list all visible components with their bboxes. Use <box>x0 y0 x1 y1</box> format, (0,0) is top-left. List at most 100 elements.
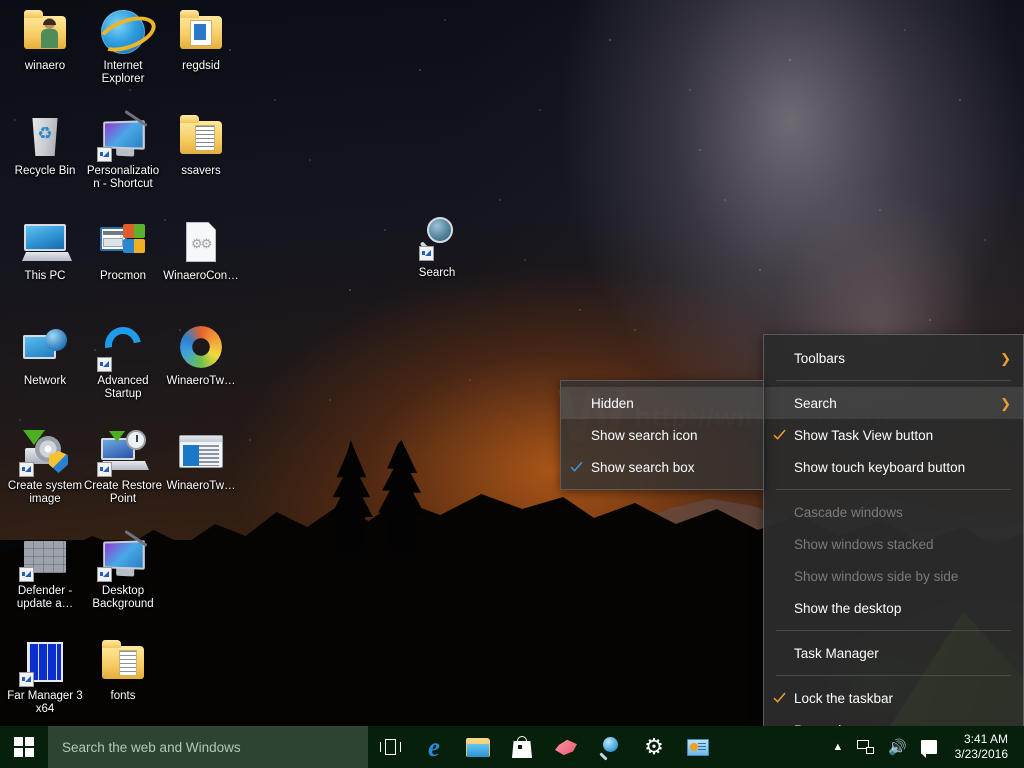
defender-update-icon <box>19 533 69 582</box>
desktop-icon-winaero-tweaker-window[interactable]: WinaeroTw… <box>162 428 240 493</box>
action-center-icon <box>921 740 937 758</box>
desktop-icon-label: WinaeroTw… <box>166 480 236 492</box>
desktop-background-icon <box>97 529 148 582</box>
taskbar-app-microsoft-edge[interactable]: e <box>412 726 456 768</box>
desktop-icon-label: Search <box>418 267 456 279</box>
desktop-icon-internet-explorer[interactable]: Internet Explorer <box>84 8 162 86</box>
blue-app-icon <box>687 738 709 756</box>
menu-item-show-touch-keyboard-button[interactable]: Show touch keyboard button <box>764 451 1023 483</box>
desktop-icon-regdsid[interactable]: regdsid <box>162 8 240 73</box>
desktop-icon-label: regdsid <box>182 60 220 72</box>
speaker-icon: 🔊 <box>888 739 907 756</box>
task-view-button[interactable] <box>368 726 412 768</box>
clock-time: 3:41 AM <box>963 732 1008 746</box>
taskbar-context-menu[interactable]: Toolbars ❯ Search ❯ Show Task View butto… <box>763 334 1024 754</box>
menu-item-search[interactable]: Search ❯ <box>764 387 1023 419</box>
clock-date: 3/23/2016 <box>954 747 1008 761</box>
store-icon <box>512 736 532 758</box>
checkmark-icon <box>773 692 786 705</box>
folder-icon <box>177 113 225 161</box>
shortcut-overlay-icon <box>19 567 34 582</box>
taskbar-app-people[interactable] <box>676 726 720 768</box>
menu-item-show-windows-side-by-side: Show windows side by side <box>794 568 959 584</box>
checkmark-icon <box>773 429 786 442</box>
network-icon <box>21 323 69 371</box>
submenu-item-hidden[interactable]: Hidden <box>561 387 763 419</box>
network-icon <box>857 740 875 754</box>
menu-item-show-task-view-button[interactable]: Show Task View button <box>764 419 1023 451</box>
desktop-icon-create-system-image[interactable]: Create system image <box>6 428 84 506</box>
desktop-icon-create-restore-point[interactable]: Create Restore Point <box>84 428 162 506</box>
file-explorer-icon <box>466 737 490 757</box>
menu-item-task-manager[interactable]: Task Manager <box>764 637 1023 669</box>
desktop-icon-network[interactable]: Network <box>6 323 84 388</box>
create-system-image-icon <box>19 428 69 477</box>
menu-item-lock-the-taskbar[interactable]: Lock the taskbar <box>764 682 1023 714</box>
document-gear-icon <box>177 218 225 266</box>
taskbar-app-process-monitor[interactable] <box>588 726 632 768</box>
desktop-icon-label: Create Restore Point <box>84 480 162 505</box>
action-center-button[interactable] <box>914 740 944 758</box>
personalization-icon <box>97 109 148 162</box>
menu-separator <box>776 630 1011 631</box>
desktop-icon-winaero-tweaker[interactable]: WinaeroTw… <box>162 323 240 388</box>
taskbar-pinned-apps: e ⚙ <box>368 726 720 768</box>
desktop-icon-label: WinaeroTw… <box>166 375 236 387</box>
taskbar-app-3d-builder[interactable] <box>544 726 588 768</box>
gear-icon: ⚙ <box>644 734 664 759</box>
show-hidden-icons-button[interactable]: ▲ <box>825 741 850 753</box>
submenu-item-show-search-box[interactable]: Show search box <box>561 451 763 483</box>
desktop-icon-label: winaero <box>24 60 66 72</box>
shortcut-overlay-icon <box>97 462 112 477</box>
menu-separator <box>776 489 1011 490</box>
menu-item-show-the-desktop[interactable]: Show the desktop <box>764 592 1023 624</box>
start-button[interactable] <box>0 726 48 768</box>
create-restore-point-icon <box>97 428 147 477</box>
network-status-button[interactable] <box>850 740 881 754</box>
taskbar-app-settings[interactable]: ⚙ <box>632 726 676 768</box>
desktop-icon-procmon[interactable]: Procmon <box>84 218 162 283</box>
desktop-icon-advanced-startup[interactable]: Advanced Startup <box>84 319 162 401</box>
taskbar-app-microsoft-store[interactable] <box>500 726 544 768</box>
desktop-icon-label: Desktop Background <box>92 585 154 610</box>
desktop-icon-label: WinaeroCon… <box>163 270 239 282</box>
shortcut-overlay-icon <box>97 147 112 162</box>
desktop-icon-this-pc[interactable]: This PC <box>6 218 84 283</box>
desktop-icon-defender-update[interactable]: Defender - update a… <box>6 533 84 611</box>
desktop-icon-winaero[interactable]: winaero <box>6 8 84 73</box>
submenu-item-show-search-icon[interactable]: Show search icon <box>561 419 763 451</box>
search-submenu[interactable]: Hidden Show search icon Show search box <box>560 380 764 490</box>
desktop-icon-label: Defender - update a… <box>16 585 74 610</box>
recycle-bin-icon <box>21 113 69 161</box>
desktop-icon-search-shortcut[interactable]: Search <box>398 215 476 280</box>
shortcut-overlay-icon <box>97 567 112 582</box>
desktop-icon-ssavers[interactable]: ssavers <box>162 113 240 178</box>
desktop-icon-label: fonts <box>110 690 136 702</box>
chevron-up-icon: ▲ <box>832 741 844 753</box>
winaero-tweaker-icon <box>177 323 225 371</box>
taskbar-app-file-explorer[interactable] <box>456 726 500 768</box>
shortcut-overlay-icon <box>97 357 112 372</box>
taskbar: Search the web and Windows e ⚙ ▲ 🔊 3:41 … <box>0 726 1024 768</box>
desktop-icon-fonts[interactable]: fonts <box>84 638 162 703</box>
desktop-icon-label: Procmon <box>99 270 147 282</box>
desktop-icon-far-manager[interactable]: Far Manager 3 x64 <box>6 638 84 716</box>
folder-icon <box>177 8 225 56</box>
desktop-icon-personalization[interactable]: Personalization - Shortcut <box>84 109 162 191</box>
taskbar-clock[interactable]: 3:41 AM 3/23/2016 <box>944 732 1018 762</box>
taskbar-search-input[interactable]: Search the web and Windows <box>48 726 368 768</box>
desktop-icon-label: Personalization - Shortcut <box>86 165 160 190</box>
desktop-icon-label: Network <box>23 375 67 387</box>
checkmark-icon <box>570 461 583 474</box>
desktop-icon-label: Create system image <box>7 480 83 505</box>
menu-item-toolbars[interactable]: Toolbars ❯ <box>764 342 1023 374</box>
desktop-icon-desktop-background[interactable]: Desktop Background <box>84 529 162 611</box>
menu-item-show-windows-stacked: Show windows stacked <box>794 536 934 552</box>
desktop-icon-label: Advanced Startup <box>97 375 149 400</box>
volume-button[interactable]: 🔊 <box>881 738 914 756</box>
desktop-icon-winaero-config[interactable]: WinaeroCon… <box>162 218 240 283</box>
advanced-startup-icon <box>97 319 149 372</box>
task-view-icon <box>379 739 401 755</box>
desktop-icon-recycle-bin[interactable]: Recycle Bin <box>6 113 84 178</box>
menu-item-cascade-windows: Cascade windows <box>794 504 903 520</box>
